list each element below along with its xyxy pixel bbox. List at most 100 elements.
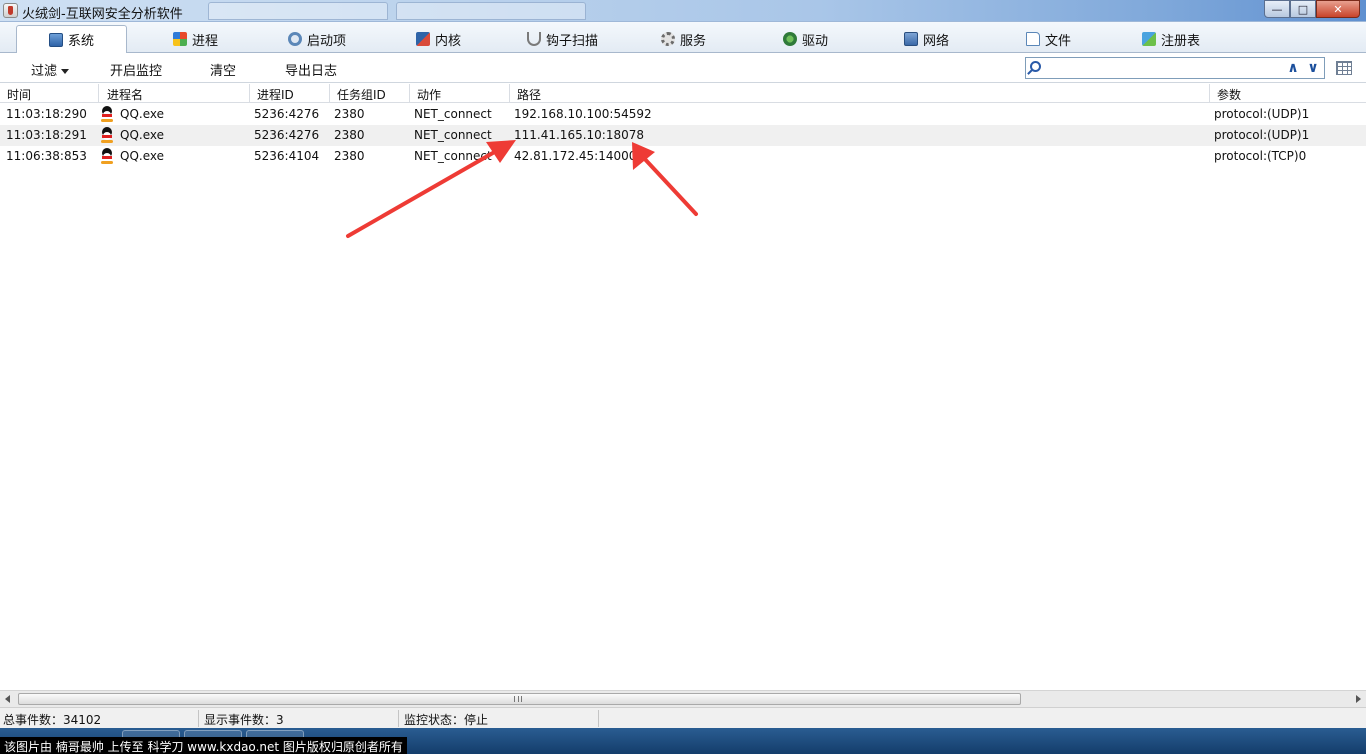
column-divider[interactable]: [1209, 84, 1210, 103]
export-log-button[interactable]: 导出日志: [285, 60, 337, 79]
service-gear-icon: [661, 32, 675, 46]
cell-group-id: 2380: [334, 128, 365, 142]
horizontal-scrollbar[interactable]: [0, 690, 1366, 707]
status-divider: [598, 710, 599, 727]
column-header-pid[interactable]: 进程ID: [257, 86, 294, 103]
grip-icon: [514, 696, 522, 702]
scroll-right-icon[interactable]: [1356, 695, 1361, 703]
cell-process: QQ.exe: [120, 107, 164, 121]
cell-process: QQ.exe: [120, 149, 164, 163]
qq-penguin-icon: [100, 148, 114, 164]
column-header-path[interactable]: 路径: [517, 86, 541, 103]
column-header-time[interactable]: 时间: [7, 86, 31, 103]
scrollbar-thumb[interactable]: [18, 693, 1021, 705]
cell-time: 11:06:38:853: [6, 149, 87, 163]
tab-label: 网络: [923, 33, 950, 49]
tab-hook-scan[interactable]: 钩子扫描: [519, 25, 606, 53]
column-settings-icon[interactable]: [1336, 61, 1352, 75]
search-icon: [1030, 61, 1041, 72]
monitor-status: 监控状态：停止: [404, 713, 489, 727]
cell-path: 192.168.10.100:54592: [514, 107, 652, 121]
hook-icon: [527, 32, 541, 46]
close-button[interactable]: ✕: [1316, 0, 1360, 18]
tab-label: 钩子扫描: [546, 33, 599, 49]
file-icon: [1026, 32, 1040, 46]
search-input[interactable]: [1048, 59, 1278, 77]
column-divider[interactable]: [509, 84, 510, 103]
tab-startup[interactable]: 启动项: [280, 25, 354, 53]
monitor-icon: [48, 32, 63, 47]
column-header-process[interactable]: 进程名: [107, 86, 143, 103]
table-row[interactable]: 11:03:18:291 QQ.exe 5236:4276 2380 NET_c…: [0, 125, 1366, 146]
status-divider: [198, 710, 199, 727]
background-window-tab[interactable]: [396, 2, 586, 20]
background-window-tab[interactable]: [208, 2, 388, 20]
find-previous-button[interactable]: ∧: [1284, 60, 1302, 76]
table-row[interactable]: 11:06:38:853 QQ.exe 5236:4104 2380 NET_c…: [0, 146, 1366, 167]
tab-network[interactable]: 网络: [896, 25, 957, 53]
cell-pid: 5236:4276: [254, 107, 320, 121]
column-header-group-id[interactable]: 任务组ID: [337, 86, 386, 103]
tab-system[interactable]: 系统: [16, 25, 127, 54]
startup-gear-icon: [288, 32, 302, 46]
cell-path: 42.81.172.45:14000: [514, 149, 637, 163]
find-next-button[interactable]: ∨: [1304, 60, 1322, 76]
tab-file[interactable]: 文件: [1018, 25, 1079, 53]
tab-kernel[interactable]: 内核: [408, 25, 469, 53]
column-header-action[interactable]: 动作: [417, 86, 441, 103]
tab-service[interactable]: 服务: [653, 25, 714, 53]
kernel-icon: [416, 32, 430, 46]
column-divider[interactable]: [409, 84, 410, 103]
table-row[interactable]: 11:03:18:290 QQ.exe 5236:4276 2380 NET_c…: [0, 104, 1366, 125]
qq-penguin-icon: [100, 106, 114, 122]
cell-pid: 5236:4104: [254, 149, 320, 163]
image-watermark: 该图片由 楠哥最帅 上传至 科学刀 www.kxdao.net 图片版权归原创者…: [0, 737, 407, 754]
tab-label: 进程: [192, 33, 219, 49]
cell-group-id: 2380: [334, 107, 365, 121]
tab-label: 注册表: [1161, 33, 1201, 49]
toolbar: 过滤 开启监控 清空 导出日志 ∧ ∨: [0, 53, 1366, 83]
main-tab-bar: 系统 进程 启动项 内核 钩子扫描 服务 驱动 网络 文件 注册表: [0, 22, 1366, 54]
column-divider[interactable]: [98, 84, 99, 103]
cell-params: protocol:(TCP)0: [1214, 149, 1307, 163]
network-icon: [904, 32, 918, 46]
windows-flag-icon: [173, 32, 187, 46]
cell-time: 11:03:18:291: [6, 128, 87, 142]
app-logo-icon: [3, 3, 18, 18]
column-divider[interactable]: [249, 84, 250, 103]
status-bar: 总事件数：34102 显示事件数：3 监控状态：停止: [0, 707, 1366, 728]
caret-down-icon: [61, 69, 70, 74]
tab-driver[interactable]: 驱动: [775, 25, 836, 53]
scroll-left-icon[interactable]: [5, 695, 10, 703]
maximize-button[interactable]: □: [1290, 0, 1316, 18]
cell-path: 111.41.165.10:18078: [514, 128, 645, 142]
filter-dropdown-button[interactable]: 过滤: [31, 60, 70, 79]
minimize-button[interactable]: —: [1264, 0, 1290, 18]
cell-process: QQ.exe: [120, 128, 164, 142]
status-divider: [398, 710, 399, 727]
cell-params: protocol:(UDP)1: [1214, 107, 1310, 121]
window-title: 火绒剑-互联网安全分析软件: [22, 7, 183, 22]
tab-label: 内核: [435, 33, 462, 49]
clear-button[interactable]: 清空: [210, 60, 236, 79]
table-header: 时间 进程名 进程ID 任务组ID 动作 路径 参数: [0, 84, 1366, 103]
shown-events-count: 显示事件数：3: [204, 713, 284, 727]
cell-action: NET_connect: [414, 107, 492, 121]
driver-icon: [783, 32, 797, 46]
title-bar: 火绒剑-互联网安全分析软件 — □ ✕: [0, 0, 1366, 22]
tab-label: 服务: [680, 33, 707, 49]
tab-label: 系统: [67, 34, 94, 49]
tab-process[interactable]: 进程: [165, 25, 226, 53]
tab-label: 文件: [1045, 33, 1072, 49]
tab-registry[interactable]: 注册表: [1134, 25, 1208, 53]
cell-time: 11:03:18:290: [6, 107, 87, 121]
cell-pid: 5236:4276: [254, 128, 320, 142]
registry-icon: [1142, 32, 1156, 46]
column-divider[interactable]: [329, 84, 330, 103]
cell-action: NET_connect: [414, 128, 492, 142]
cell-action: NET_connect: [414, 149, 492, 163]
column-header-params[interactable]: 参数: [1217, 86, 1241, 103]
filter-label: 过滤: [31, 64, 58, 79]
start-monitor-button[interactable]: 开启监控: [110, 60, 162, 79]
cell-params: protocol:(UDP)1: [1214, 128, 1310, 142]
